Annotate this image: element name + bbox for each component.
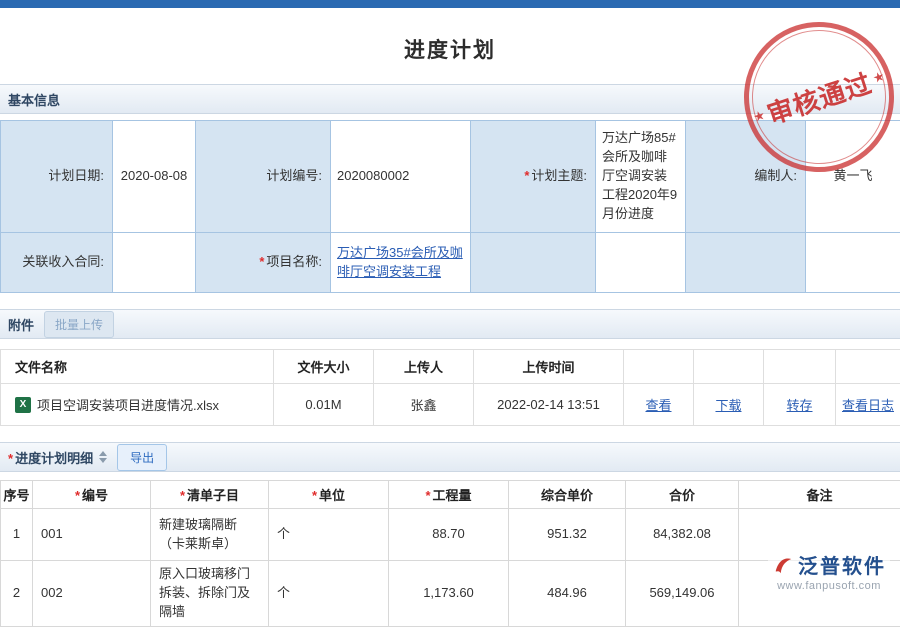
view-link[interactable]: 查看: [645, 398, 671, 413]
cell-code: 002: [33, 561, 151, 627]
cell-item: 原入口玻璃移门拆装、拆除门及隔墙: [151, 561, 269, 627]
basic-info-row-2: 关联收入合同: *项目名称: 万达广场35#会所及咖啡厅空调安装工程: [1, 233, 900, 293]
cell-quantity: 1,173.60: [389, 561, 509, 627]
header-file-size: 文件大小: [274, 350, 374, 384]
header-unit-text: 单位: [319, 488, 345, 503]
section-plan-details: *进度计划明细 导出: [0, 442, 900, 472]
file-size: 0.01M: [274, 384, 374, 426]
empty-cell: [806, 233, 900, 293]
project-name-label: *项目名称:: [196, 233, 331, 293]
plan-subject-label-text: 计划主题:: [531, 168, 587, 183]
plan-no-value: 2020080002: [331, 121, 471, 233]
cell-unit: 个: [269, 561, 389, 627]
plan-subject-value: 万达广场85#会所及咖啡厅空调安装工程2020年9月份进度: [596, 121, 686, 233]
header-item-text: 清单子目: [187, 488, 239, 503]
action-cell: 下载: [694, 384, 764, 426]
header-uploader: 上传人: [374, 350, 474, 384]
required-asterisk: *: [425, 488, 430, 503]
download-link[interactable]: 下载: [715, 398, 741, 413]
plan-details-table: 序号 *编号 *清单子目 *单位 *工程量 综合单价 合价 备注 1 001 新…: [0, 480, 900, 627]
details-header-row: 序号 *编号 *清单子目 *单位 *工程量 综合单价 合价 备注: [1, 481, 900, 509]
cell-quantity: 88.70: [389, 509, 509, 561]
header-total: 合价: [626, 481, 739, 509]
sort-icon[interactable]: [99, 451, 107, 463]
empty-cell: [596, 233, 686, 293]
cell-code: 001: [33, 509, 151, 561]
header-empty: [764, 350, 836, 384]
header-unit: *单位: [269, 481, 389, 509]
action-cell: 转存: [764, 384, 836, 426]
cell-total: 84,382.08: [626, 509, 739, 561]
plan-date-label: 计划日期:: [1, 121, 113, 233]
stamp-star-left-icon: ★: [751, 107, 767, 126]
header-item: *清单子目: [151, 481, 269, 509]
cell-unit-price: 484.96: [509, 561, 626, 627]
cell-unit-price: 951.32: [509, 509, 626, 561]
table-row: 1 001 新建玻璃隔断（卡莱斯卓） 个 88.70 951.32 84,382…: [1, 509, 900, 561]
action-cell: 查看: [624, 384, 694, 426]
contract-value: [113, 233, 196, 293]
file-name-cell: X 项目空调安装项目进度情况.xlsx: [1, 384, 274, 426]
file-uploader: 张鑫: [374, 384, 474, 426]
empty-cell: [471, 233, 596, 293]
file-upload-time: 2022-02-14 13:51: [474, 384, 624, 426]
header-seq: 序号: [1, 481, 33, 509]
project-name-cell: 万达广场35#会所及咖啡厅空调安装工程: [331, 233, 471, 293]
header-upload-time: 上传时间: [474, 350, 624, 384]
excel-file-icon: X: [15, 397, 31, 413]
vendor-url: www.fanpusoft.com: [772, 580, 886, 592]
file-name: 项目空调安装项目进度情况.xlsx: [37, 395, 219, 414]
header-code-text: 编号: [82, 488, 108, 503]
export-button[interactable]: 导出: [117, 444, 167, 471]
view-log-link[interactable]: 查看日志: [842, 398, 894, 413]
attachments-table: 文件名称 文件大小 上传人 上传时间 X 项目空调安装项目进度情况.xlsx 0…: [0, 349, 900, 426]
project-name-label-text: 项目名称:: [266, 254, 322, 269]
header-empty: [694, 350, 764, 384]
action-cell: 查看日志: [836, 384, 900, 426]
vendor-name: 泛普软件: [798, 550, 886, 579]
required-asterisk: *: [180, 488, 185, 503]
section-attachments: 附件 批量上传: [0, 309, 900, 339]
header-empty: [624, 350, 694, 384]
top-bar: [0, 0, 900, 8]
contract-label: 关联收入合同:: [1, 233, 113, 293]
plan-date-value: 2020-08-08: [113, 121, 196, 233]
basic-info-title: 基本信息: [8, 90, 60, 109]
plan-subject-label: *计划主题:: [471, 121, 596, 233]
header-code: *编号: [33, 481, 151, 509]
cell-item: 新建玻璃隔断（卡莱斯卓）: [151, 509, 269, 561]
batch-upload-button[interactable]: 批量上传: [44, 311, 114, 338]
plan-details-title-text: 进度计划明细: [15, 451, 93, 466]
required-asterisk: *: [524, 168, 529, 183]
header-quantity-text: 工程量: [433, 488, 472, 503]
empty-cell: [686, 233, 806, 293]
cell-unit: 个: [269, 509, 389, 561]
attachments-header-row: 文件名称 文件大小 上传人 上传时间: [1, 350, 900, 384]
header-unit-price: 综合单价: [509, 481, 626, 509]
vendor-watermark: 泛普软件 www.fanpusoft.com: [768, 548, 890, 594]
attachment-row: X 项目空调安装项目进度情况.xlsx 0.01M 张鑫 2022-02-14 …: [1, 384, 900, 426]
attachments-title: 附件: [8, 315, 34, 334]
cell-total: 569,149.06: [626, 561, 739, 627]
required-asterisk: *: [259, 254, 264, 269]
required-asterisk: *: [75, 488, 80, 503]
header-empty: [836, 350, 900, 384]
plan-details-title: *进度计划明细: [8, 448, 93, 467]
header-remark: 备注: [739, 481, 900, 509]
save-as-link[interactable]: 转存: [786, 398, 812, 413]
stamp-text: 审核通过: [762, 63, 876, 132]
cell-seq: 2: [1, 561, 33, 627]
required-asterisk: *: [8, 451, 13, 466]
table-row: 2 002 原入口玻璃移门拆装、拆除门及隔墙 个 1,173.60 484.96…: [1, 561, 900, 627]
required-asterisk: *: [312, 488, 317, 503]
header-file-name: 文件名称: [1, 350, 274, 384]
fanpu-logo-icon: [772, 554, 794, 576]
header-quantity: *工程量: [389, 481, 509, 509]
project-name-link[interactable]: 万达广场35#会所及咖啡厅空调安装工程: [337, 245, 463, 279]
stamp-star-right-icon: ★: [871, 68, 887, 87]
cell-seq: 1: [1, 509, 33, 561]
plan-no-label: 计划编号:: [196, 121, 331, 233]
